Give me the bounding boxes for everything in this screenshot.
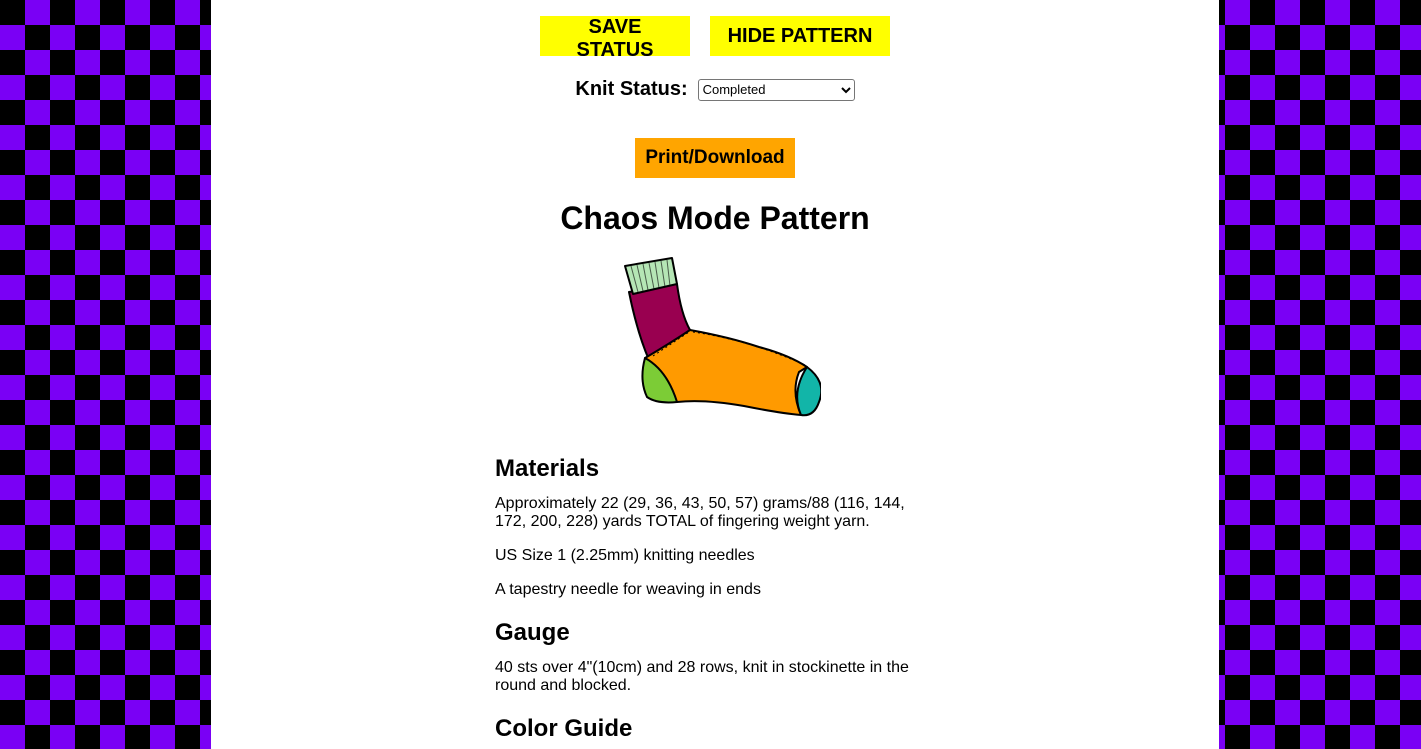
save-status-button[interactable]: SAVE STATUS [540, 16, 690, 61]
gauge-text: 40 sts over 4"(10cm) and 28 rows, knit i… [495, 659, 909, 694]
gauge-heading: Gauge [495, 619, 570, 646]
sock-toe [796, 366, 821, 417]
materials-needles: US Size 1 (2.25mm) knitting needles [495, 547, 755, 564]
color-guide-heading: Color Guide [495, 715, 633, 742]
print-download-button[interactable]: Print/Download [635, 138, 795, 178]
knit-status-label: Knit Status: [575, 78, 688, 100]
pattern-title: Chaos Mode Pattern [560, 200, 870, 236]
materials-yarn: Approximately 22 (29, 36, 43, 50, 57) gr… [495, 495, 905, 530]
hide-pattern-button[interactable]: HIDE PATTERN [710, 16, 890, 56]
sock-illustration [624, 257, 821, 417]
knit-status-select[interactable]: Completed [697, 78, 855, 101]
knit-status-row: Knit Status: Completed [211, 78, 1219, 101]
pattern-content: Materials Approximately 22 (29, 36, 43, … [495, 455, 925, 749]
materials-tapestry: A tapestry needle for weaving in ends [495, 581, 761, 598]
action-buttons: SAVE STATUS HIDE PATTERN [211, 16, 1219, 61]
main-panel: SAVE STATUS HIDE PATTERN Knit Status: Co… [211, 0, 1219, 749]
materials-heading: Materials [495, 455, 600, 482]
